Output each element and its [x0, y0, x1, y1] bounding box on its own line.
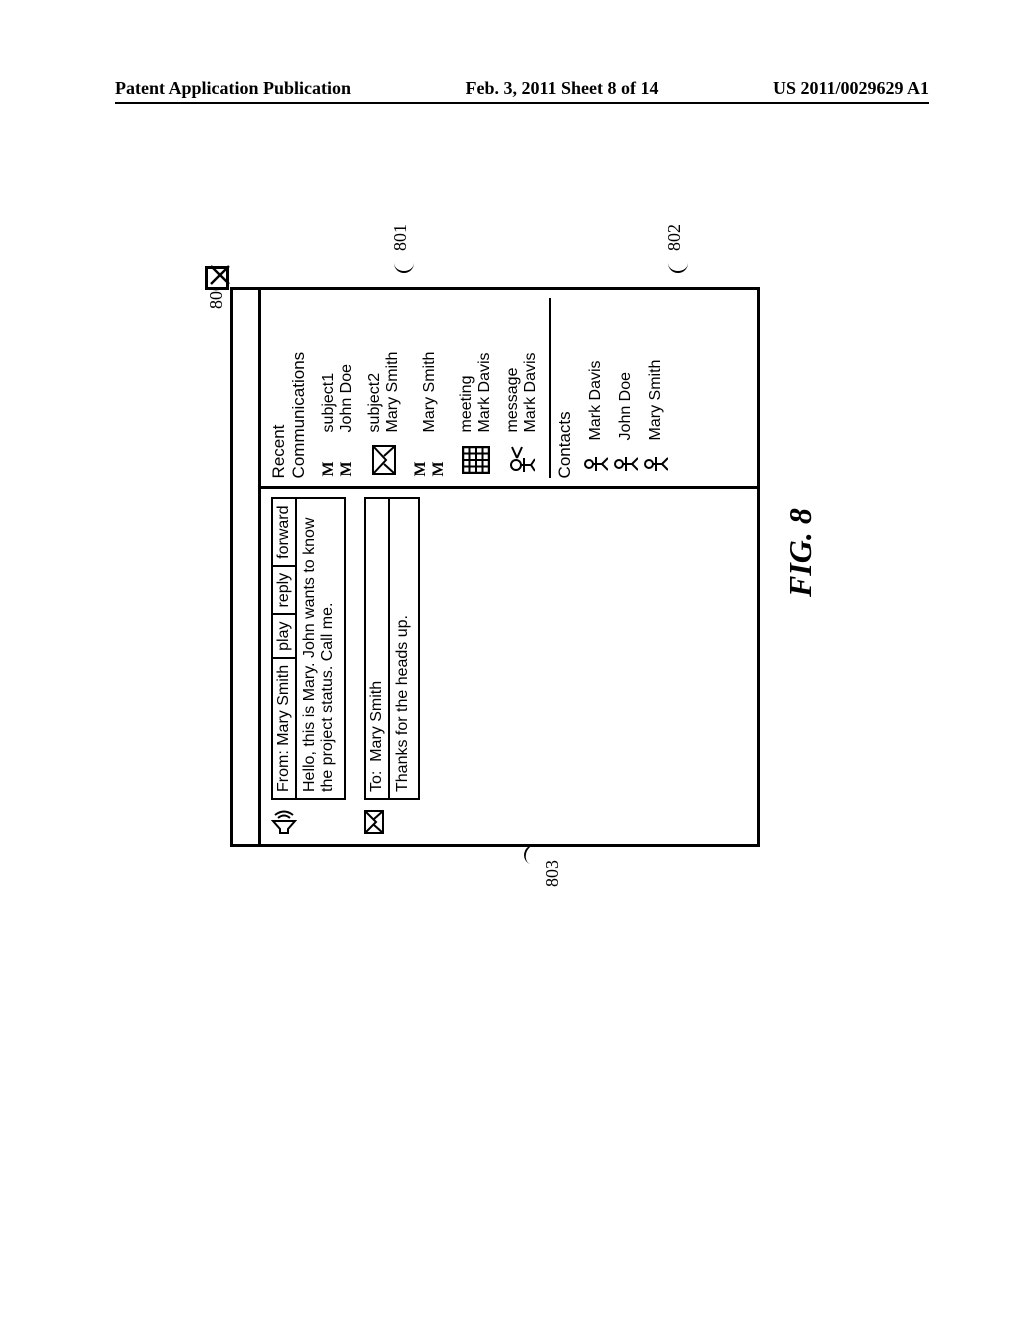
header-center: Feb. 3, 2011 Sheet 8 of 14 [466, 78, 659, 99]
callout-801: 801 [390, 224, 411, 251]
voicemail-mm-icon: M M [412, 444, 448, 476]
header-right: US 2011/0029629 A1 [773, 78, 929, 99]
recent-subject: meeting [458, 352, 476, 432]
page-header: Patent Application Publication Feb. 3, 2… [115, 78, 929, 99]
contact-name: John Doe [617, 372, 635, 441]
recent-item[interactable]: M M subject1 John Doe [315, 298, 361, 478]
speaker-icon [271, 808, 346, 836]
play-button[interactable]: play [273, 616, 295, 659]
from-label: From: Mary Smith [273, 659, 295, 798]
message-pane: From: Mary Smith play reply forward Hell… [261, 486, 757, 844]
close-button[interactable] [205, 266, 229, 290]
figure-8: 800 801 802 803 804 805 [202, 157, 822, 887]
outgoing-message: To: Mary Smith Thanks for the heads up. [364, 497, 420, 836]
recent-sender: Mary Smith [384, 352, 402, 433]
recent-subject: subject1 [320, 364, 338, 433]
recent-item[interactable]: message Mark Davis [499, 298, 545, 478]
recent-item[interactable]: subject2 Mary Smith [361, 298, 407, 478]
recent-sender: John Doe [338, 364, 356, 433]
contact-item[interactable]: Mary Smith [641, 298, 671, 478]
recent-subject: subject2 [366, 352, 384, 433]
header-rule [115, 102, 929, 104]
im-icon [509, 444, 535, 476]
reply-button[interactable]: reply [273, 567, 295, 616]
contact-item[interactable]: Mark Davis [581, 298, 611, 478]
window-titlebar [233, 290, 261, 844]
contact-name: Mark Davis [587, 360, 605, 440]
recent-subject: message [504, 352, 522, 432]
callout-802: 802 [664, 224, 685, 251]
side-pane: Recent Communications M M subject1 John … [261, 290, 757, 486]
person-icon [644, 452, 668, 476]
contact-name: Mary Smith [647, 360, 665, 441]
recent-sender: Mark Davis [522, 352, 540, 432]
recent-sender: Mark Davis [476, 352, 494, 432]
envelope-icon [372, 444, 396, 476]
outgoing-to-row: To: Mary Smith [364, 497, 390, 800]
envelope-icon [364, 808, 420, 836]
callout-803: 803 [542, 860, 563, 887]
recent-communications-heading: Recent Communications [269, 298, 309, 478]
recent-item[interactable]: M M Mary Smith [407, 298, 453, 478]
to-label: To: [368, 771, 386, 792]
person-icon [584, 452, 608, 476]
voicemail-message: From: Mary Smith play reply forward Hell… [271, 497, 346, 836]
contact-item[interactable]: John Doe [611, 298, 641, 478]
leader-802 [668, 253, 688, 273]
voicemail-header-row: From: Mary Smith play reply forward [271, 497, 297, 800]
calendar-icon [462, 444, 490, 476]
leader-801 [394, 253, 414, 273]
recent-sender: Mary Smith [421, 352, 439, 433]
section-divider [549, 298, 551, 478]
person-icon [614, 452, 638, 476]
voicemail-transcript: Hello, this is Mary. John wants to know … [297, 497, 346, 800]
recent-item[interactable]: meeting Mark Davis [453, 298, 499, 478]
contacts-heading: Contacts [555, 298, 575, 478]
outgoing-body[interactable]: Thanks for the heads up. [390, 497, 420, 800]
voicemail-mm-icon: M M [320, 444, 356, 476]
forward-button[interactable]: forward [273, 499, 295, 566]
to-name: Mary Smith [368, 681, 386, 762]
figure-label: FIG. 8 [782, 508, 819, 597]
window-800: From: Mary Smith play reply forward Hell… [230, 287, 760, 847]
from-name: Mary Smith [275, 665, 293, 746]
header-left: Patent Application Publication [115, 78, 351, 99]
